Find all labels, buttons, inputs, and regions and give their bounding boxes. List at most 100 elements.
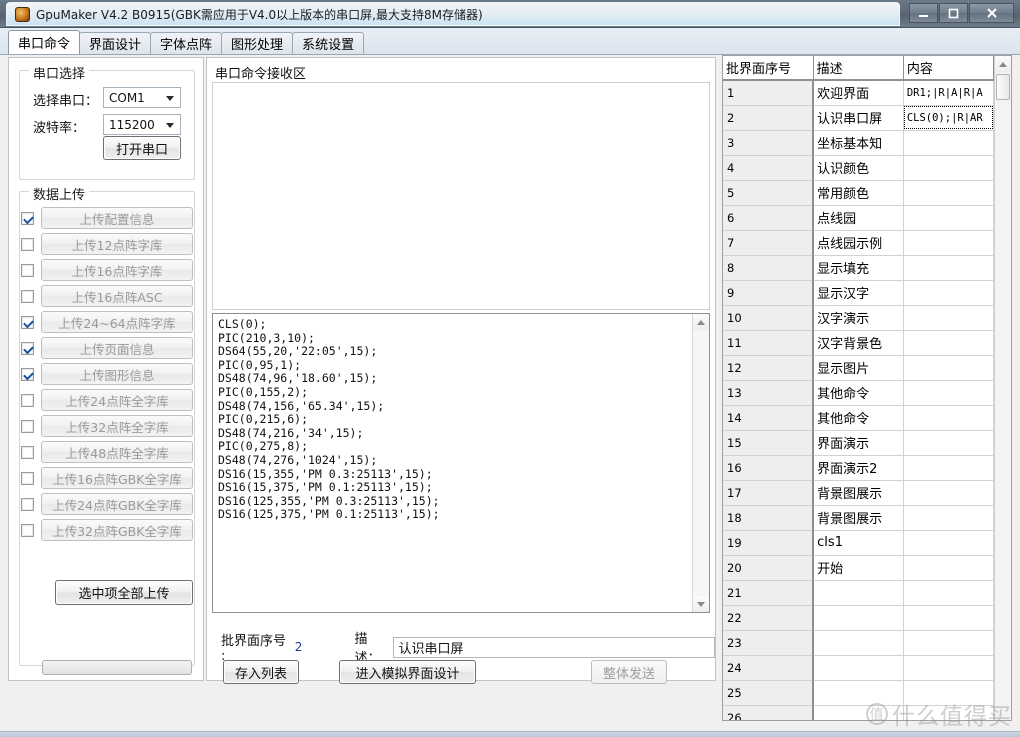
grid-cell-desc[interactable]: 界面演示2	[813, 455, 904, 481]
grid-cell-content[interactable]	[903, 255, 994, 281]
grid-cell-desc[interactable]: 其他命令	[813, 405, 904, 431]
table-row[interactable]: 16 界面演示2	[723, 455, 994, 481]
table-row[interactable]: 5 常用颜色	[723, 180, 994, 206]
upload-item-button[interactable]: 上传12点阵字库	[41, 233, 193, 255]
upload-item-checkbox[interactable]	[21, 523, 34, 537]
scroll-up-icon[interactable]	[693, 314, 709, 330]
table-row[interactable]: 10 汉字演示	[723, 305, 994, 331]
upload-item-button[interactable]: 上传24点阵GBK全字库	[41, 493, 193, 515]
grid-cell-content[interactable]	[903, 205, 994, 231]
table-row[interactable]: 14 其他命令	[723, 405, 994, 431]
grid-cell-index[interactable]: 26	[723, 705, 815, 720]
upload-item-button[interactable]: 上传16点阵字库	[41, 259, 193, 281]
scroll-down-icon[interactable]	[693, 596, 709, 612]
upload-item-checkbox[interactable]	[21, 211, 34, 225]
grid-cell-desc[interactable]	[813, 605, 904, 631]
receive-textarea[interactable]	[212, 82, 710, 310]
grid-cell-desc[interactable]: 显示填充	[813, 255, 904, 281]
table-row[interactable]: 9 显示汉字	[723, 280, 994, 306]
table-row[interactable]: 3 坐标基本知	[723, 130, 994, 156]
grid-cell-content[interactable]	[903, 455, 994, 481]
grid-cell-desc[interactable]: 其他命令	[813, 380, 904, 406]
grid-cell-content[interactable]	[903, 555, 994, 581]
table-row[interactable]: 23	[723, 630, 994, 656]
minimize-button[interactable]	[909, 3, 938, 23]
upload-item-button[interactable]: 上传16点阵GBK全字库	[41, 467, 193, 489]
table-row[interactable]: 24	[723, 655, 994, 681]
grid-cell-desc[interactable]	[813, 630, 904, 656]
grid-cell-index[interactable]: 10	[723, 305, 815, 331]
grid-cell-index[interactable]: 16	[723, 455, 815, 481]
table-row[interactable]: 19 cls1	[723, 530, 994, 556]
grid-cell-index[interactable]: 17	[723, 480, 815, 506]
grid-cell-index[interactable]: 14	[723, 405, 815, 431]
tab-ui-design[interactable]: 界面设计	[79, 32, 152, 54]
table-row[interactable]: 20 开始	[723, 555, 994, 581]
grid-cell-desc[interactable]: 认识串口屏	[813, 105, 904, 131]
grid-cell-content[interactable]	[903, 505, 994, 531]
grid-cell-index[interactable]: 19	[723, 530, 815, 556]
grid-header-content[interactable]: 内容	[903, 56, 994, 81]
grid-cell-index[interactable]: 7	[723, 230, 815, 256]
grid-cell-desc[interactable]: 显示汉字	[813, 280, 904, 306]
grid-cell-content[interactable]	[903, 130, 994, 156]
table-row[interactable]: 22	[723, 605, 994, 631]
table-row[interactable]: 2 认识串口屏 CLS(0);|R|AR	[723, 105, 994, 131]
table-row[interactable]: 15 界面演示	[723, 430, 994, 456]
table-row[interactable]: 7 点线园示例	[723, 230, 994, 256]
command-text[interactable]: CLS(0); PIC(210,3,10); DS64(55,20,'22:05…	[213, 314, 692, 612]
tab-font-bitmap[interactable]: 字体点阵	[150, 32, 223, 54]
upload-item-button[interactable]: 上传图形信息	[41, 363, 193, 385]
grid-cell-index[interactable]: 12	[723, 355, 815, 381]
upload-item-checkbox[interactable]	[21, 263, 34, 277]
grid-cell-index[interactable]: 5	[723, 180, 815, 206]
grid-cell-content[interactable]	[903, 180, 994, 206]
grid-scroll-up-icon[interactable]	[995, 56, 1011, 72]
grid-cell-desc[interactable]: cls1	[813, 530, 904, 556]
open-serial-port-button[interactable]: 打开串口	[103, 136, 181, 160]
upload-item-checkbox[interactable]	[21, 237, 34, 251]
grid-cell-content[interactable]	[903, 655, 994, 681]
grid-cell-index[interactable]: 24	[723, 655, 815, 681]
grid-cell-desc[interactable]	[813, 705, 904, 720]
grid-cell-content[interactable]	[903, 330, 994, 356]
grid-cell-content[interactable]	[903, 605, 994, 631]
upload-item-button[interactable]: 上传页面信息	[41, 337, 193, 359]
grid-cell-desc[interactable]: 认识颜色	[813, 155, 904, 181]
grid-cell-index[interactable]: 2	[723, 105, 815, 131]
grid-cell-desc[interactable]: 欢迎界面	[813, 80, 904, 106]
upload-item-button[interactable]: 上传配置信息	[41, 207, 193, 229]
grid-cell-index[interactable]: 22	[723, 605, 815, 631]
table-row[interactable]: 11 汉字背景色	[723, 330, 994, 356]
grid-cell-content[interactable]	[903, 530, 994, 556]
upload-item-checkbox[interactable]	[21, 419, 34, 433]
upload-item-button[interactable]: 上传32点阵GBK全字库	[41, 519, 193, 541]
table-row[interactable]: 21	[723, 580, 994, 606]
grid-cell-desc[interactable]: 常用颜色	[813, 180, 904, 206]
enter-simulation-design-button[interactable]: 进入模拟界面设计	[339, 660, 476, 684]
grid-cell-index[interactable]: 20	[723, 555, 815, 581]
grid-cell-content[interactable]	[903, 355, 994, 381]
baud-select[interactable]: 115200	[103, 114, 181, 135]
grid-cell-index[interactable]: 9	[723, 280, 815, 306]
upload-item-checkbox[interactable]	[21, 393, 34, 407]
tab-graphics[interactable]: 图形处理	[221, 32, 294, 54]
maximize-button[interactable]	[939, 3, 968, 23]
table-row[interactable]: 25	[723, 680, 994, 706]
table-row[interactable]: 17 背景图展示	[723, 480, 994, 506]
grid-cell-index[interactable]: 25	[723, 680, 815, 706]
grid-cell-index[interactable]: 18	[723, 505, 815, 531]
table-row[interactable]: 18 背景图展示	[723, 505, 994, 531]
table-row[interactable]: 13 其他命令	[723, 380, 994, 406]
grid-header-desc[interactable]: 描述	[813, 56, 904, 81]
grid-cell-content[interactable]	[903, 630, 994, 656]
grid-cell-desc[interactable]	[813, 580, 904, 606]
grid-cell-index[interactable]: 23	[723, 630, 815, 656]
grid-cell-desc[interactable]: 汉字背景色	[813, 330, 904, 356]
command-scrollbar[interactable]	[692, 314, 709, 612]
grid-cell-content[interactable]: DR1;|R|A|R|A	[903, 80, 994, 106]
grid-cell-content[interactable]	[903, 580, 994, 606]
tab-serial-command[interactable]: 串口命令	[8, 30, 81, 54]
grid-cell-index[interactable]: 4	[723, 155, 815, 181]
table-row[interactable]: 6 点线园	[723, 205, 994, 231]
